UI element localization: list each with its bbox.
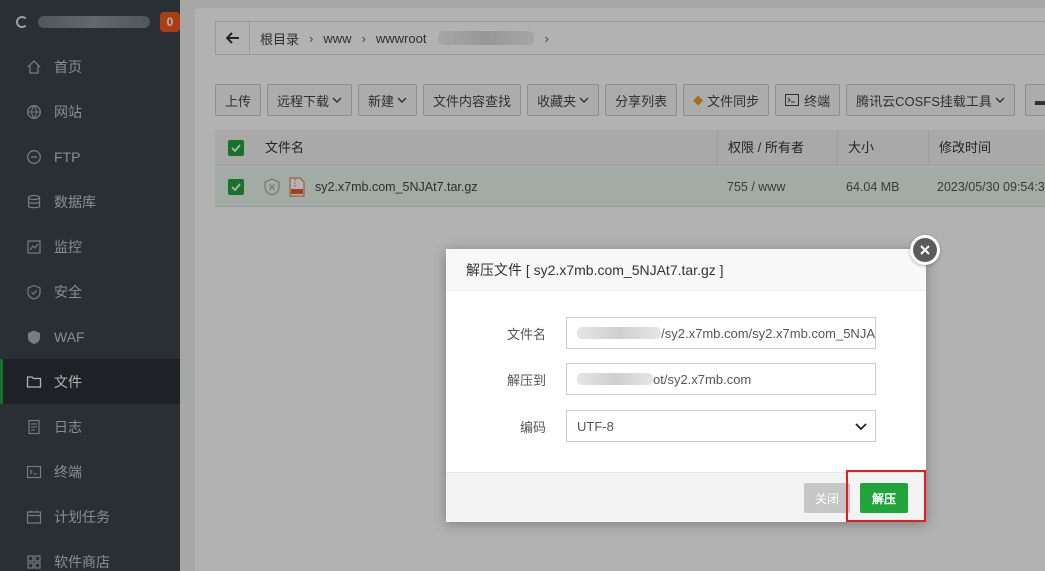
encoding-value: UTF-8 (577, 418, 614, 434)
filename-value: /sy2.x7mb.com/sy2.x7mb.com_5NJA (661, 325, 875, 341)
dialog-title: 解压文件 [ sy2.x7mb.com_5NJAt7.tar.gz ] (446, 249, 926, 291)
extract-to-row: 解压到 ot/sy2.x7mb.com (446, 363, 926, 395)
chevron-down-icon (855, 419, 867, 434)
filename-field[interactable]: /sy2.x7mb.com/sy2.x7mb.com_5NJA (566, 317, 876, 349)
extract-to-value: ot/sy2.x7mb.com (653, 371, 752, 387)
path-redacted (577, 327, 662, 339)
annotation-highlight-box (846, 470, 926, 522)
path-redacted (577, 373, 653, 385)
extract-to-label: 解压到 (506, 372, 546, 388)
close-button[interactable]: 关闭 (804, 483, 850, 513)
encoding-label: 编码 (519, 419, 546, 435)
encoding-select[interactable]: UTF-8 (566, 410, 876, 442)
encoding-row: 编码 UTF-8 (446, 410, 926, 442)
filename-label: 文件名 (506, 326, 546, 342)
close-icon (913, 238, 937, 262)
extract-to-field[interactable]: ot/sy2.x7mb.com (566, 363, 876, 395)
dialog-close-button[interactable] (910, 235, 940, 265)
filename-row: 文件名 /sy2.x7mb.com/sy2.x7mb.com_5NJA (446, 317, 926, 349)
